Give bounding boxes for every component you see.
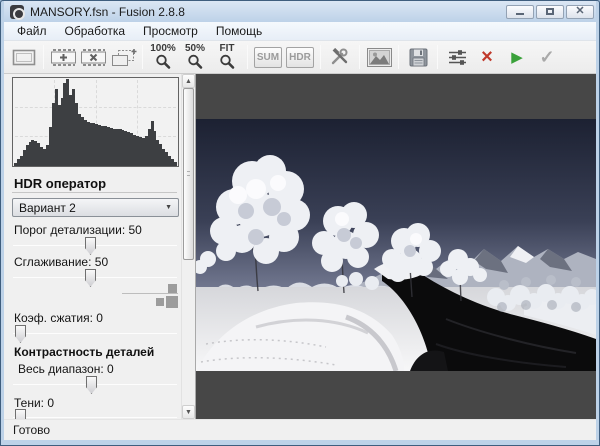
apply-button[interactable]: ✓: [533, 43, 561, 71]
toolbar-separator: [142, 45, 143, 69]
save-button[interactable]: [404, 43, 432, 71]
menubar: Файл Обработка Просмотр Помощь: [4, 22, 596, 41]
full-range-label: Весь диапазон: 0: [18, 362, 114, 376]
zoom-100-button[interactable]: 100%: [148, 42, 178, 72]
tools-icon: [329, 48, 351, 66]
magnifier-icon: [155, 54, 172, 70]
hdr-mode-button[interactable]: HDR: [286, 47, 314, 68]
full-range-slider[interactable]: [13, 375, 177, 395]
align-stack-button[interactable]: [109, 43, 137, 71]
status-text: Готово: [13, 423, 50, 437]
frame-icon: [12, 49, 36, 66]
shadows-slider[interactable]: [13, 408, 177, 419]
zoom-fit-button[interactable]: FIT: [212, 42, 242, 72]
app-window: MANSORY.fsn - Fusion 2.8.8 ✕ Файл Обрабо…: [0, 0, 600, 446]
toolbar-separator: [320, 45, 321, 69]
compression-label: Коэф. сжатия: 0: [14, 311, 103, 325]
run-button[interactable]: ▶: [503, 43, 531, 71]
zoom-50-label: 50%: [185, 44, 205, 54]
toolbar-separator: [247, 45, 248, 69]
sum-mode-button[interactable]: SUM: [254, 47, 282, 68]
image-button[interactable]: [365, 43, 393, 71]
smoothing-slider[interactable]: [13, 268, 177, 288]
operator-select-value: Вариант 2: [19, 201, 76, 215]
scrollbar-grip: [187, 171, 190, 176]
image-icon: [367, 48, 392, 67]
menu-view[interactable]: Просмотр: [134, 23, 207, 39]
slider-thumb[interactable]: [85, 269, 96, 287]
slider-thumb[interactable]: [85, 237, 96, 255]
window-title: MANSORY.fsn - Fusion 2.8.8: [30, 5, 185, 19]
slider-thumb[interactable]: [15, 325, 26, 343]
toolbar-separator: [359, 45, 360, 69]
detail-size-widget-square[interactable]: [156, 298, 164, 306]
operator-select[interactable]: Вариант 2 ▼: [12, 198, 179, 217]
toolbar-separator: [398, 45, 399, 69]
arrow-down-icon: ▼: [185, 409, 192, 416]
divider: [12, 192, 177, 193]
histogram-bars: [14, 79, 177, 166]
scroll-up-button[interactable]: ▲: [182, 74, 195, 88]
toolbar-separator: [437, 45, 438, 69]
detail-threshold-label: Порог детализации: 50: [14, 223, 142, 237]
cancel-x-icon: ×: [481, 47, 493, 67]
settings-sliders-button[interactable]: [443, 43, 471, 71]
toolbar-separator: [43, 45, 44, 69]
close-button[interactable]: ✕: [566, 5, 594, 19]
zoom-fit-label: FIT: [220, 44, 235, 54]
frame-tool-button[interactable]: [10, 43, 38, 71]
hdr-operator-heading: HDR оператор: [14, 176, 106, 191]
sliders-icon: [447, 48, 468, 67]
check-icon: ✓: [539, 48, 554, 66]
chevron-down-icon: ▼: [165, 204, 172, 211]
histogram: [12, 77, 179, 167]
minimize-icon: [516, 13, 524, 15]
minimize-button[interactable]: [506, 5, 534, 19]
stack-plus-icon: [109, 47, 137, 67]
maximize-button[interactable]: [536, 5, 564, 19]
titlebar: MANSORY.fsn - Fusion 2.8.8 ✕: [4, 1, 596, 22]
maximize-icon: [546, 8, 554, 15]
panel-scrollbar[interactable]: ▲ ▼: [181, 74, 195, 419]
add-frame-button[interactable]: [49, 43, 77, 71]
slider-thumb[interactable]: [86, 376, 97, 394]
detail-size-widget-square[interactable]: [166, 296, 178, 308]
close-icon: ✕: [575, 6, 584, 17]
statusbar: Готово: [4, 419, 596, 440]
toolbar: 100% 50% FIT SUM: [4, 41, 596, 74]
detail-threshold-slider[interactable]: [13, 236, 177, 256]
slider-thumb[interactable]: [15, 409, 26, 419]
app-icon: [10, 5, 24, 19]
film-plus-icon: [50, 48, 77, 67]
magnifier-icon: [187, 54, 204, 70]
slider-track: [13, 417, 177, 418]
slider-track: [13, 333, 177, 334]
detail-size-widget-line: [122, 293, 178, 294]
play-icon: ▶: [511, 50, 523, 65]
image-viewport[interactable]: [196, 74, 596, 419]
compression-slider[interactable]: [13, 324, 177, 344]
settings-panel: HDR оператор Вариант 2 ▼ Порог детализац…: [4, 74, 196, 419]
menu-file[interactable]: Файл: [8, 23, 56, 39]
zoom-100-label: 100%: [150, 44, 176, 54]
tools-button[interactable]: [326, 43, 354, 71]
photo-canvas: [196, 119, 596, 371]
remove-frame-button[interactable]: [79, 43, 107, 71]
zoom-50-button[interactable]: 50%: [180, 42, 210, 72]
menu-processing[interactable]: Обработка: [56, 23, 135, 39]
arrow-up-icon: ▲: [185, 78, 192, 85]
menu-help[interactable]: Помощь: [207, 23, 271, 39]
smoothing-label: Сглаживание: 50: [14, 255, 108, 269]
detail-contrast-heading: Контрастность деталей: [14, 345, 154, 359]
cancel-button[interactable]: ×: [473, 43, 501, 71]
film-cross-icon: [80, 48, 107, 67]
scroll-down-button[interactable]: ▼: [182, 405, 195, 419]
detail-size-widget-square[interactable]: [168, 284, 177, 293]
scrollbar-thumb[interactable]: [183, 88, 194, 260]
magnifier-icon: [219, 54, 236, 70]
save-icon: [409, 48, 428, 67]
